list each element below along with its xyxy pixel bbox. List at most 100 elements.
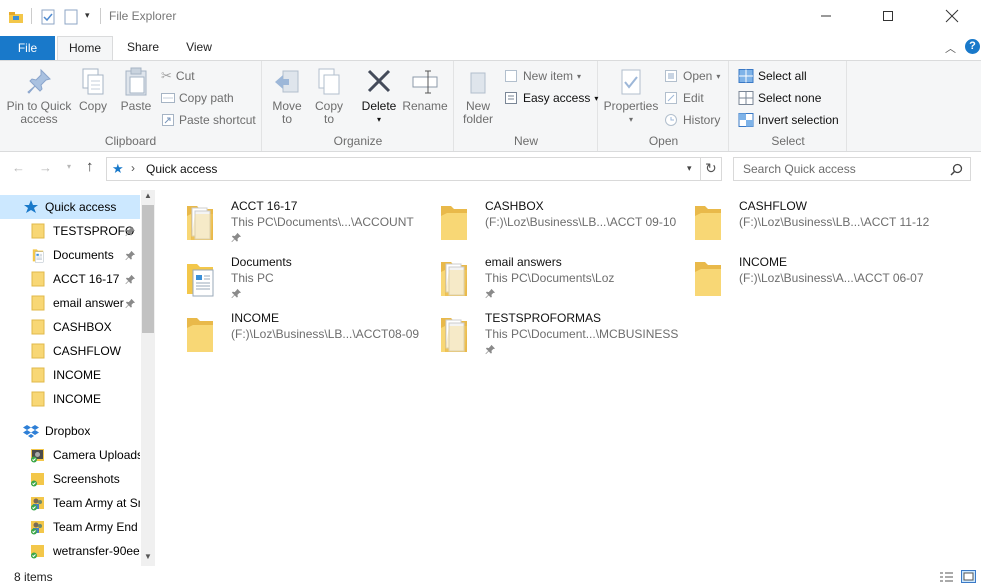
address-bar[interactable]: ★ › Quick access ▾ ↻	[106, 157, 722, 181]
new-folder-button[interactable]: New folder	[459, 67, 497, 126]
new-folder-qat-icon[interactable]	[64, 9, 78, 28]
nav-item-income[interactable]: INCOME	[0, 363, 140, 387]
delete-dropdown-icon[interactable]: ▾	[359, 113, 399, 126]
nav-item-team-army-at-sn[interactable]: Team Army at Sn	[0, 491, 140, 515]
nav-item-cashflow[interactable]: CASHFLOW	[0, 339, 140, 363]
nav-item-label: Team Army at Sn	[53, 496, 140, 510]
edit-button[interactable]: Edit	[663, 88, 704, 108]
folder-tile-icon-wrapper	[438, 202, 470, 245]
folder-tile[interactable]: CASHFLOW (F:)\Loz\Business\LB...\ACCT 11-…	[676, 195, 930, 247]
nav-icon-wrapper	[30, 319, 46, 335]
copy-button[interactable]: Copy	[76, 67, 110, 113]
nav-item-camera-uploads[interactable]: Camera Uploads	[0, 443, 140, 467]
properties-label: Properties	[603, 99, 659, 113]
breadcrumb-quick-access[interactable]: Quick access	[146, 162, 217, 176]
nav-item-team-army-end[interactable]: Team Army End	[0, 515, 140, 539]
rename-button[interactable]: Rename	[401, 67, 449, 113]
cut-button[interactable]: ✂ Cut	[161, 66, 195, 86]
folder-icon	[695, 262, 721, 296]
easy-access-label: Easy access	[523, 91, 591, 105]
up-arrow-icon[interactable]: ↑	[86, 158, 94, 175]
select-all-button[interactable]: Select all	[738, 66, 807, 86]
nav-item-dropbox[interactable]: Dropbox	[0, 419, 140, 443]
copy-label: Copy	[78, 99, 107, 113]
nav-item-acct-16-17[interactable]: ACCT 16-17	[0, 267, 140, 291]
nav-icon-wrapper	[30, 271, 46, 287]
folder-tile[interactable]: Documents This PC	[168, 251, 418, 303]
scroll-thumb[interactable]	[142, 205, 154, 333]
details-view-icon[interactable]	[939, 571, 954, 583]
nav-item-email-answer[interactable]: email answer	[0, 291, 140, 315]
folder-path: (F:)\Loz\Business\LB...\ACCT 11-12	[739, 215, 930, 229]
nav-icon-wrapper	[30, 367, 46, 383]
nav-item-testsprofo[interactable]: TESTSPROFO	[0, 219, 140, 243]
history-button[interactable]: History	[663, 110, 720, 130]
nav-item-income[interactable]: INCOME	[0, 387, 140, 411]
recent-locations-dropdown-icon[interactable]: ▾	[67, 162, 71, 171]
large-icons-view-icon[interactable]	[961, 570, 976, 583]
folder-tile[interactable]: email answers This PC\Documents\Loz	[422, 251, 672, 303]
easy-access-button[interactable]: Easy access ▾	[503, 88, 598, 108]
search-input[interactable]: Search Quick access	[743, 162, 856, 176]
folder-tile[interactable]: INCOME (F:)\Loz\Business\A...\ACCT 06-07	[676, 251, 926, 303]
shared-folder-icon	[31, 521, 44, 535]
new-group-label: New	[513, 134, 538, 148]
nav-icon-wrapper	[30, 247, 46, 263]
folder-tile[interactable]: INCOME (F:)\Loz\Business\LB...\ACCT08-09	[168, 307, 419, 359]
pin-label-line2: access	[20, 112, 58, 126]
tab-home[interactable]: Home	[57, 36, 113, 61]
tab-share[interactable]: Share	[118, 36, 168, 60]
nav-item-label: INCOME	[53, 368, 101, 382]
copy-path-button[interactable]: Copy path	[161, 88, 234, 108]
folder-path: This PC\Documents\Loz	[485, 271, 615, 285]
folder-tile[interactable]: TESTSPROFORMAS This PC\Document...\MCBUSI…	[422, 307, 678, 359]
nav-item-documents[interactable]: Documents	[0, 243, 140, 267]
help-icon[interactable]: ?	[965, 39, 980, 54]
scroll-down-icon[interactable]: ▼	[144, 552, 152, 561]
search-icon[interactable]	[950, 163, 963, 176]
pin-icon	[125, 226, 136, 237]
properties-qat-icon[interactable]	[41, 9, 55, 28]
tab-file[interactable]: File	[0, 36, 55, 60]
customize-qat-icon[interactable]: ▾	[85, 10, 90, 21]
nav-item-wetransfer-90eec[interactable]: wetransfer-90eec	[0, 539, 140, 563]
delete-button[interactable]: Delete ▾	[359, 67, 399, 126]
nav-item-label: Dropbox	[45, 424, 91, 438]
move-to-button[interactable]: Move to	[269, 67, 305, 126]
back-arrow-icon[interactable]: ←	[12, 160, 25, 175]
folder-path: (F:)\Loz\Business\A...\ACCT 06-07	[739, 271, 924, 285]
address-dropdown-icon[interactable]: ▾	[687, 163, 692, 174]
nav-item-cashbox[interactable]: CASHBOX	[0, 315, 140, 339]
maximize-button[interactable]	[865, 0, 911, 32]
nav-item-screenshots[interactable]: Screenshots	[0, 467, 140, 491]
minimize-ribbon-chevron-icon[interactable]: ︿	[945, 40, 956, 56]
scroll-up-icon[interactable]: ▲	[144, 191, 152, 200]
paste-button[interactable]: Paste	[116, 67, 156, 113]
forward-arrow-icon[interactable]: →	[39, 160, 52, 175]
explorer-app-icon[interactable]	[8, 9, 24, 28]
new-item-button[interactable]: New item ▾	[503, 66, 581, 86]
folder-icon	[695, 206, 721, 240]
pin-to-quick-access-button[interactable]: Pin to Quick access	[4, 67, 74, 126]
properties-dropdown-icon[interactable]: ▾	[603, 113, 659, 126]
nav-scrollbar[interactable]: ▲ ▼	[141, 190, 155, 566]
select-none-button[interactable]: Select none	[738, 88, 821, 108]
breadcrumb-separator-icon[interactable]: ›	[131, 161, 135, 175]
tab-view[interactable]: View	[174, 36, 224, 60]
folder-tile[interactable]: ACCT 16-17 This PC\Documents\...\ACCOUNT	[168, 195, 418, 247]
minimize-button[interactable]	[803, 0, 849, 32]
paste-shortcut-button[interactable]: Paste shortcut	[161, 110, 256, 130]
select-group: Select all Select none Invert selection …	[730, 61, 847, 151]
refresh-icon[interactable]: ↻	[705, 160, 717, 177]
properties-button[interactable]: Properties ▾	[603, 67, 659, 126]
folder-path: This PC	[231, 271, 274, 285]
nav-item-quick-access[interactable]: Quick access	[0, 195, 140, 219]
invert-selection-button[interactable]: Invert selection	[738, 110, 839, 130]
open-button[interactable]: Open ▾	[663, 66, 720, 86]
nav-item-label: TESTSPROFO	[53, 224, 135, 238]
new-folder-icon	[470, 72, 486, 94]
copy-to-button[interactable]: Copy to	[311, 67, 347, 126]
folder-tile[interactable]: CASHBOX (F:)\Loz\Business\LB...\ACCT 09-1…	[422, 195, 676, 247]
close-button[interactable]	[929, 0, 975, 32]
search-box[interactable]: Search Quick access	[733, 157, 971, 181]
